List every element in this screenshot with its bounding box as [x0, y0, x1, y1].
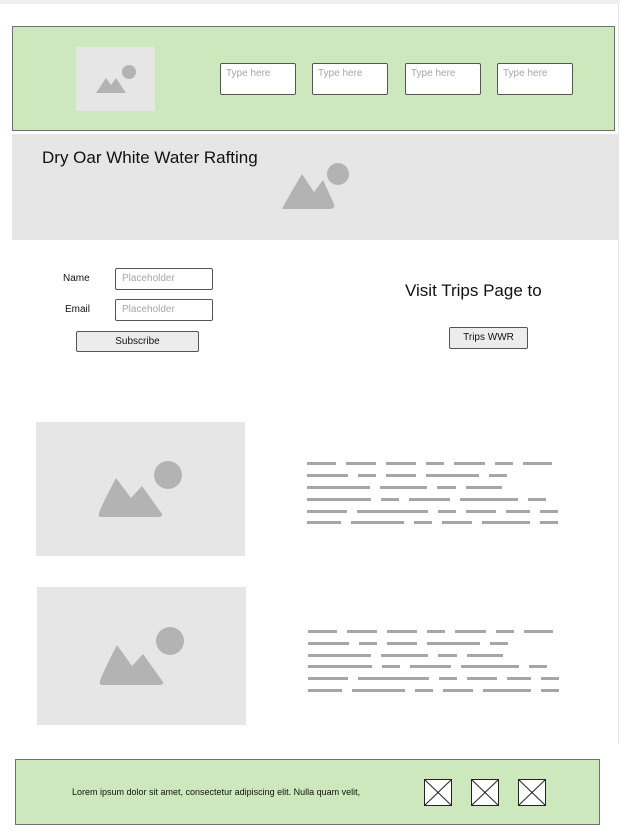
content-image-2: [37, 587, 246, 725]
email-input[interactable]: Placeholder: [115, 299, 213, 321]
trips-button[interactable]: Trips WWR: [449, 327, 528, 349]
footer-text: Lorem ipsum dolor sit amet, consectetur …: [72, 787, 361, 797]
image-placeholder-icon: [96, 65, 136, 93]
nav-field-3[interactable]: Type here: [405, 63, 481, 95]
crossed-box-icon[interactable]: [424, 779, 452, 806]
content-image-1: [36, 422, 245, 556]
image-placeholder-icon: [99, 627, 184, 685]
page-edge: [618, 4, 619, 744]
logo-image: [76, 47, 155, 111]
email-label: Email: [65, 304, 91, 315]
crossed-box-icon[interactable]: [471, 779, 499, 806]
hero-title: Dry Oar White Water Rafting: [42, 148, 258, 167]
nav-field-2[interactable]: Type here: [312, 63, 388, 95]
top-strip: [0, 0, 620, 4]
name-input[interactable]: Placeholder: [115, 268, 213, 290]
nav-field-1[interactable]: Type here: [220, 63, 296, 95]
name-label: Name: [63, 273, 90, 284]
image-placeholder-icon: [98, 461, 182, 517]
nav-field-4[interactable]: Type here: [497, 63, 573, 95]
trips-heading: Visit Trips Page to: [405, 281, 542, 300]
crossed-box-icon[interactable]: [518, 779, 546, 806]
subscribe-button[interactable]: Subscribe: [76, 331, 199, 352]
